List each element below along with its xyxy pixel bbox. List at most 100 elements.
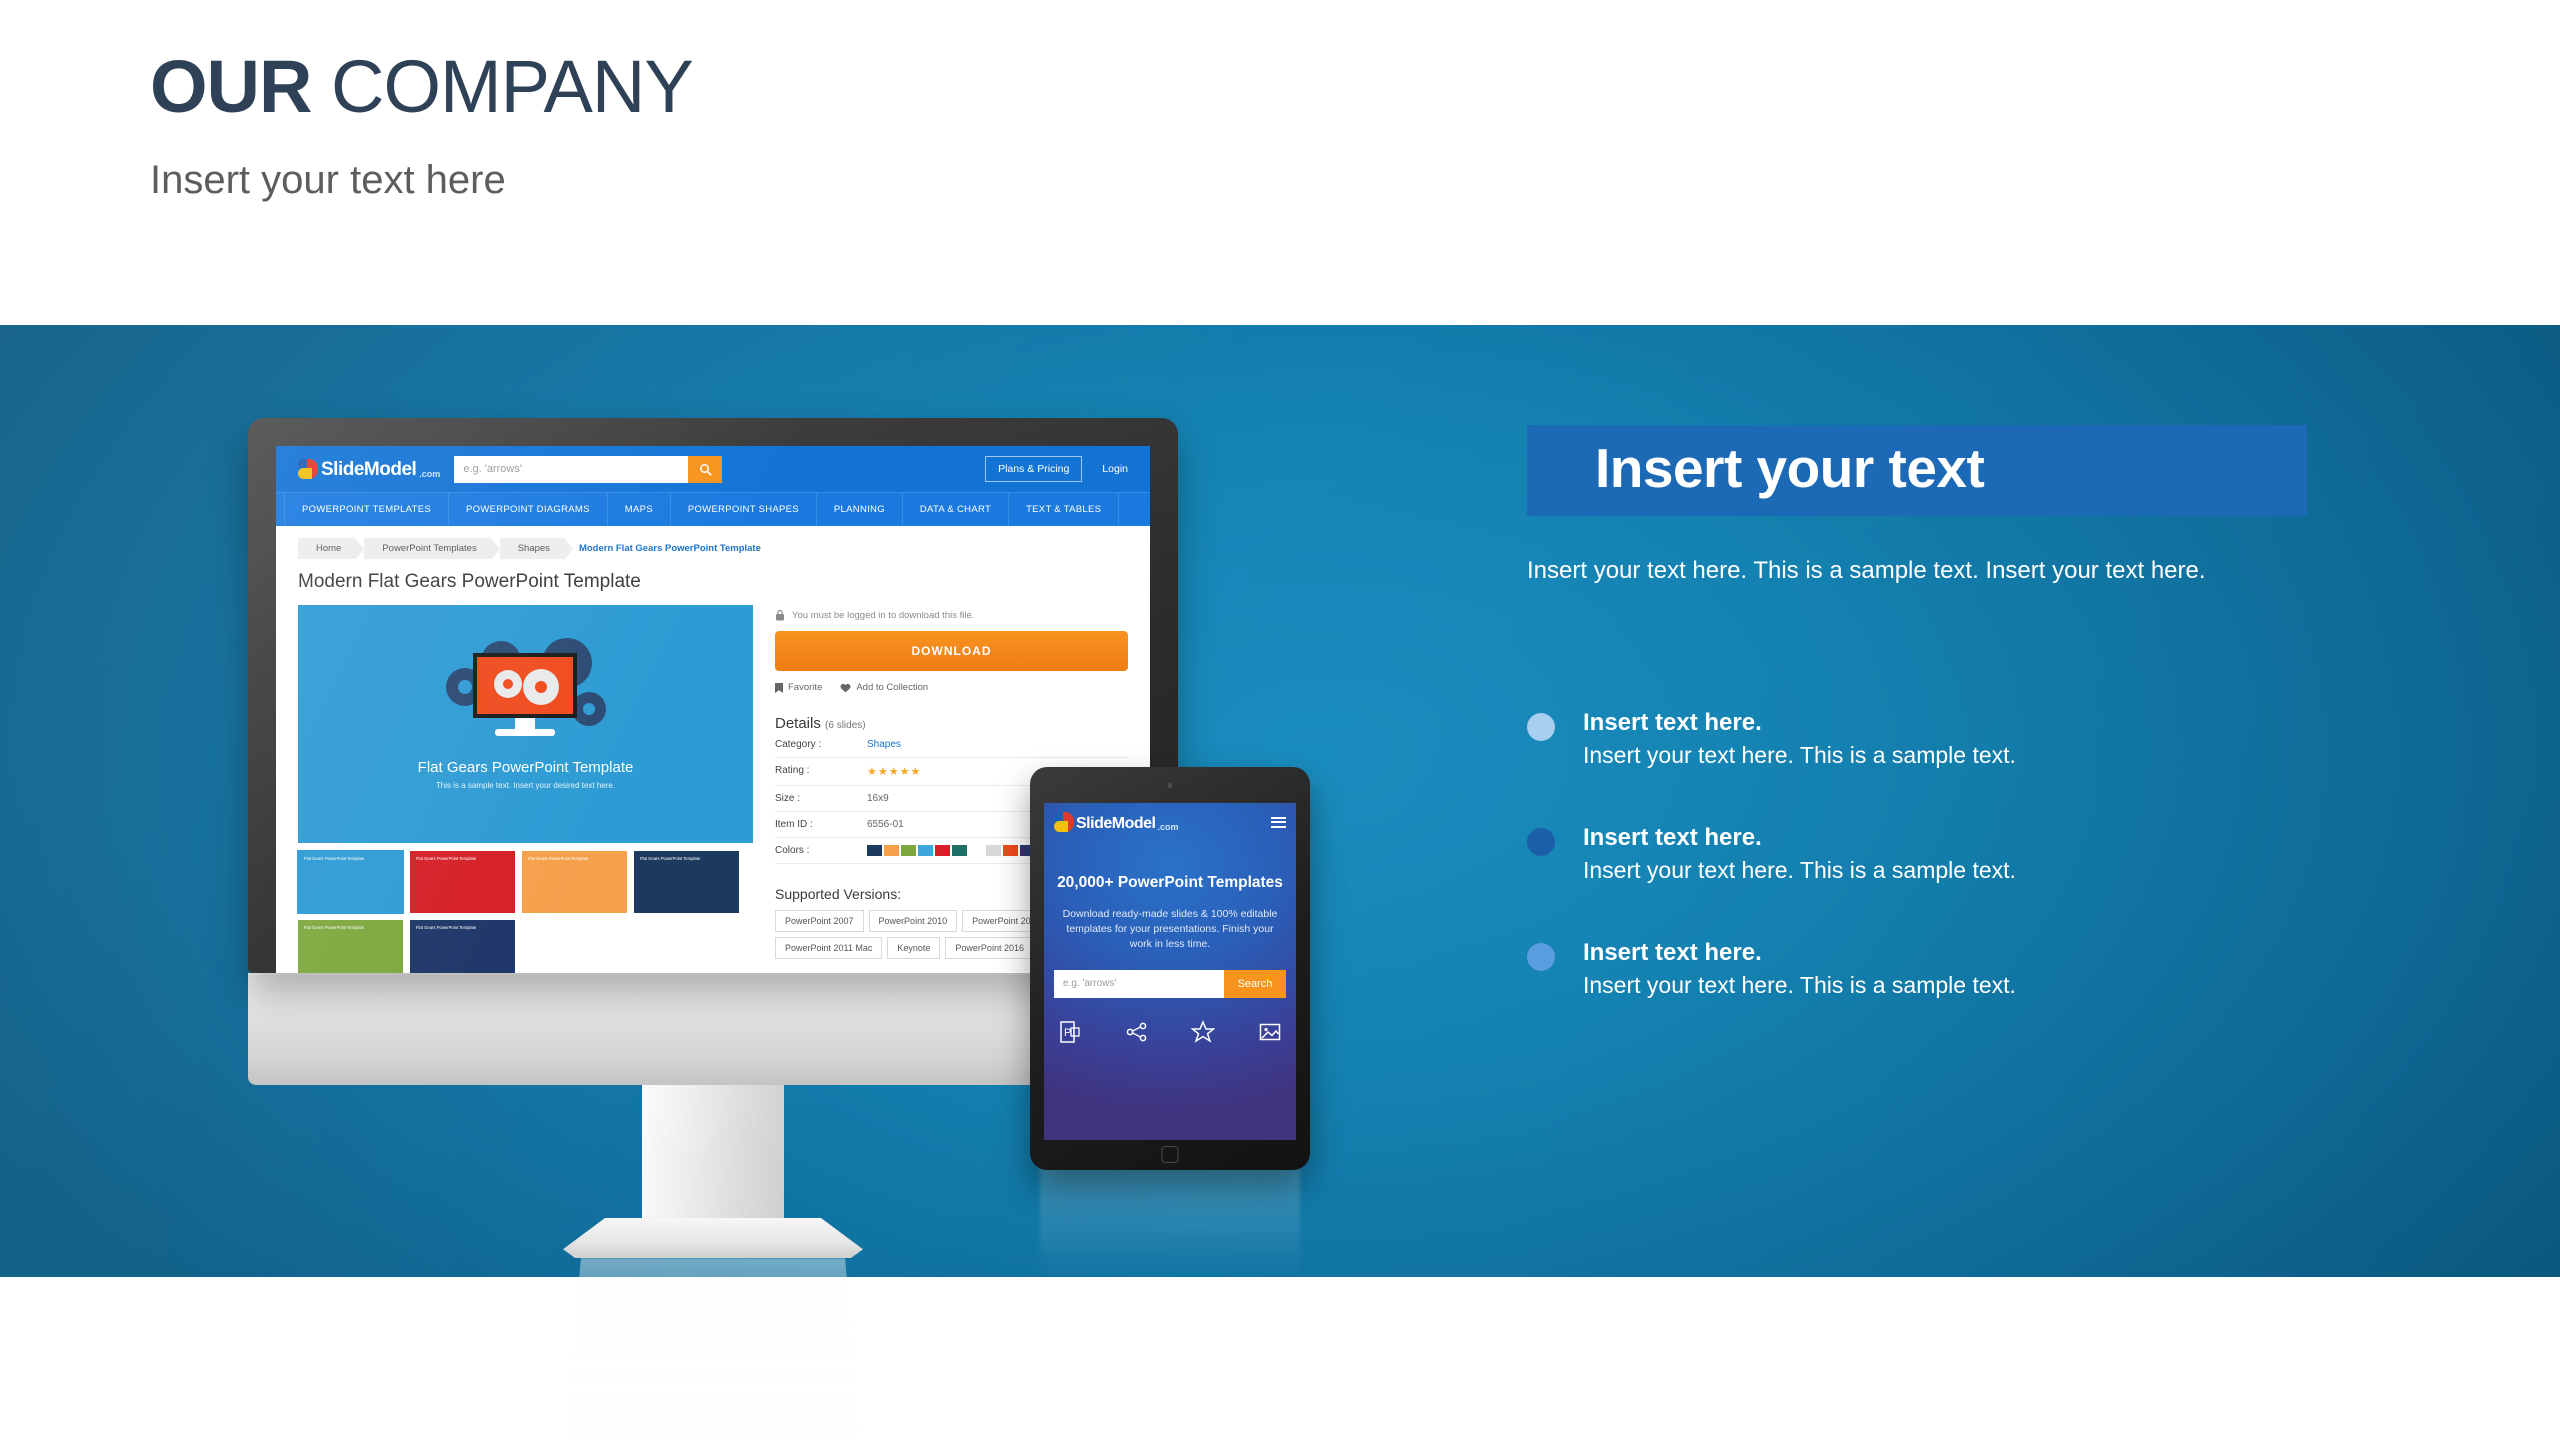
tablet-logo-text: SlideModel bbox=[1076, 815, 1156, 832]
favorite-label: Favorite bbox=[788, 682, 823, 693]
tablet-search-button[interactable]: Search bbox=[1224, 969, 1286, 998]
detail-value-size: 16x9 bbox=[867, 793, 889, 804]
powerpoint-icon[interactable]: P bbox=[1058, 1020, 1082, 1044]
site-search[interactable]: e.g. 'arrows' bbox=[454, 455, 723, 483]
bookmark-icon bbox=[775, 682, 783, 693]
download-button[interactable]: DOWNLOAD bbox=[775, 631, 1128, 671]
tablet-header: SlideModel .com bbox=[1054, 812, 1286, 832]
tablet-search[interactable]: e.g. 'arrows' Search bbox=[1054, 969, 1286, 998]
site-body: Flat Gears PowerPoint Template This is a… bbox=[276, 605, 1150, 973]
thumbnail-label: Flat Gears PowerPoint Template bbox=[640, 856, 701, 861]
detail-key: Size : bbox=[775, 793, 801, 804]
login-notice-text: You must be logged in to download this f… bbox=[792, 609, 975, 621]
tablet-screen: SlideModel .com 20,000+ PowerPoint Templ… bbox=[1044, 803, 1296, 1140]
slidemodel-logo-icon bbox=[298, 459, 318, 479]
bullet-dot-icon bbox=[1527, 943, 1555, 972]
thumbnail-item[interactable]: Flat Gears PowerPoint Template bbox=[298, 920, 403, 973]
breadcrumb-shapes[interactable]: Shapes bbox=[499, 538, 574, 560]
version-tag: PowerPoint 2010 bbox=[868, 910, 958, 932]
logo-text: SlideModel bbox=[321, 459, 417, 480]
tablet-camera-icon bbox=[1167, 783, 1173, 788]
thumbnail-item[interactable]: Flat Gears PowerPoint Template bbox=[297, 850, 404, 914]
plans-pricing-button[interactable]: Plans & Pricing bbox=[985, 456, 1083, 482]
nav-item-planning[interactable]: PLANNING bbox=[817, 493, 903, 526]
tablet-reflection bbox=[1040, 1165, 1300, 1277]
actions-row: Favorite Add to Collection bbox=[775, 682, 1128, 693]
version-tag: Keynote bbox=[887, 937, 941, 959]
bullet-text: Insert your text here. This is a sample … bbox=[1583, 972, 2016, 999]
thumbnail-label: Flat Gears PowerPoint Template bbox=[304, 925, 365, 930]
detail-key: Rating : bbox=[775, 765, 810, 776]
right-content: Insert your text Insert your text here. … bbox=[1527, 425, 2307, 1054]
search-button[interactable] bbox=[688, 455, 723, 483]
color-swatches bbox=[867, 845, 1035, 856]
thumbnail-label: Flat Gears PowerPoint Template bbox=[304, 856, 365, 861]
thumbnail-item[interactable]: Flat Gears PowerPoint Template bbox=[634, 851, 739, 913]
bullet-heading: Insert text here. bbox=[1583, 939, 1762, 967]
thumbnail-list: Flat Gears PowerPoint Template Flat Gear… bbox=[297, 850, 753, 973]
bullet-list: Insert text here. Insert your text here.… bbox=[1527, 709, 2307, 999]
nav-item-data-chart[interactable]: DATA & CHART bbox=[903, 493, 1010, 526]
monitor-foot bbox=[563, 1218, 863, 1258]
tablet-icon-row: P bbox=[1054, 1019, 1286, 1044]
lock-icon bbox=[776, 609, 784, 621]
version-tag: PowerPoint 2007 bbox=[775, 910, 864, 932]
tablet-logo[interactable]: SlideModel .com bbox=[1054, 812, 1178, 832]
breadcrumb-current: Modern Flat Gears PowerPoint Template bbox=[578, 543, 761, 554]
slide-header: OUR COMPANY Insert your text here bbox=[150, 50, 1350, 203]
thumbnail-item[interactable]: Flat Gears PowerPoint Template bbox=[522, 851, 627, 913]
caption-box: Insert your text bbox=[1527, 425, 2307, 516]
slidemodel-site: SlideModel .com e.g. 'arrows' Plans & Pr… bbox=[276, 446, 1150, 973]
topbar-right: Plans & Pricing Login bbox=[985, 456, 1128, 482]
breadcrumb-home[interactable]: Home bbox=[298, 538, 365, 560]
login-link[interactable]: Login bbox=[1102, 463, 1128, 475]
hamburger-menu-icon[interactable] bbox=[1271, 816, 1286, 828]
page-subtitle: Insert your text here bbox=[150, 158, 506, 202]
thumbnail-item[interactable]: Flat Gears PowerPoint Template bbox=[410, 851, 515, 913]
bullet-item: Insert text here. Insert your text here.… bbox=[1527, 709, 2307, 769]
tablet-home-button[interactable] bbox=[1161, 1146, 1179, 1163]
nav-item-templates[interactable]: POWERPOINT TEMPLATES bbox=[284, 493, 449, 526]
bullet-text: Insert your text here. This is a sample … bbox=[1583, 742, 2016, 769]
tablet-mockup: SlideModel .com 20,000+ PowerPoint Templ… bbox=[1030, 767, 1310, 1170]
product-gallery: Flat Gears PowerPoint Template This is a… bbox=[297, 605, 753, 973]
detail-value-item-id: 6556-01 bbox=[867, 819, 904, 830]
preview-subtitle: This is a sample text. Insert your desir… bbox=[435, 781, 616, 790]
details-heading: Details (6 slides) bbox=[775, 715, 1128, 732]
caption-title: Insert your text bbox=[1595, 437, 1985, 499]
product-title: Modern Flat Gears PowerPoint Template bbox=[298, 571, 641, 592]
monitor-reflection bbox=[563, 1258, 863, 1440]
detail-value-category[interactable]: Shapes bbox=[867, 739, 901, 750]
nav-item-shapes[interactable]: POWERPOINT SHAPES bbox=[671, 493, 817, 526]
logo-suffix: .com bbox=[419, 469, 441, 479]
star-icon[interactable] bbox=[1191, 1019, 1216, 1044]
favorite-action[interactable]: Favorite bbox=[775, 682, 822, 693]
thumbnail-label: Flat Gears PowerPoint Template bbox=[416, 925, 477, 930]
share-network-icon[interactable] bbox=[1125, 1020, 1149, 1044]
nav-item-maps[interactable]: MAPS bbox=[608, 493, 671, 526]
thumbnail-item[interactable]: Flat Gears PowerPoint Template bbox=[410, 920, 515, 973]
bullet-item: Insert text here. Insert your text here.… bbox=[1527, 824, 2307, 884]
slidemodel-logo[interactable]: SlideModel .com bbox=[298, 459, 440, 479]
tablet-search-input[interactable]: e.g. 'arrows' bbox=[1054, 969, 1224, 998]
nav-item-text-tables[interactable]: TEXT & TABLES bbox=[1009, 493, 1120, 526]
details-heading-text: Details bbox=[775, 715, 821, 732]
detail-key: Colors : bbox=[775, 845, 810, 856]
nav-item-diagrams[interactable]: POWERPOINT DIAGRAMS bbox=[449, 493, 608, 526]
version-tag: PowerPoint 2011 Mac bbox=[775, 937, 883, 959]
tablet-body: SlideModel .com 20,000+ PowerPoint Templ… bbox=[1030, 767, 1310, 1170]
login-notice: You must be logged in to download this f… bbox=[775, 605, 1128, 621]
breadcrumb-templates[interactable]: PowerPoint Templates bbox=[364, 538, 501, 560]
page-title-bold: OUR bbox=[150, 45, 312, 128]
add-collection-action[interactable]: Add to Collection bbox=[840, 682, 928, 693]
gears-monitor-icon bbox=[445, 638, 606, 736]
bullet-heading: Insert text here. bbox=[1583, 709, 1762, 737]
detail-key: Item ID : bbox=[775, 819, 813, 830]
bullet-heading: Insert text here. bbox=[1583, 824, 1762, 852]
image-icon[interactable] bbox=[1258, 1020, 1282, 1044]
search-icon bbox=[699, 463, 712, 476]
search-input[interactable]: e.g. 'arrows' bbox=[454, 455, 689, 483]
svg-text:P: P bbox=[1064, 1027, 1071, 1039]
tablet-heading: 20,000+ PowerPoint Templates bbox=[1057, 874, 1283, 891]
preview-image[interactable]: Flat Gears PowerPoint Template This is a… bbox=[298, 605, 753, 843]
